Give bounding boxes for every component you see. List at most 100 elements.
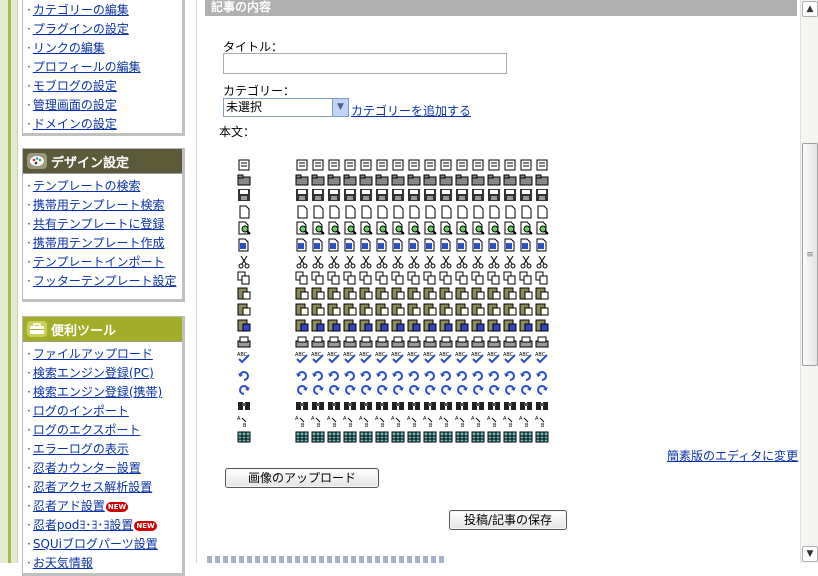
replace-icon[interactable]: AB [439,414,453,429]
paste-word-icon[interactable] [295,318,309,332]
replace-icon[interactable]: AB [295,414,309,429]
undo-icon[interactable] [471,368,485,382]
sidebar-link[interactable]: プラグインの設定 [33,22,129,36]
spellcheck-icon[interactable]: ABC [295,350,309,364]
sidebar-link[interactable]: 忍者アド設置 [33,499,105,513]
table-icon[interactable] [311,430,325,444]
save-icon[interactable] [503,188,517,202]
print-preview-icon[interactable] [519,238,533,252]
scroll-up-button[interactable]: ▲ [802,1,818,17]
replace-icon[interactable]: AB [375,414,389,429]
cut-icon[interactable] [439,255,453,269]
paste-word-icon[interactable] [519,318,533,332]
spellcheck-icon[interactable]: ABC [439,350,453,364]
cut-icon[interactable] [423,255,437,269]
paste-icon[interactable] [311,286,325,300]
preview-icon[interactable] [423,221,437,235]
paste-icon[interactable] [375,286,389,300]
paste-text-icon[interactable] [455,302,469,316]
find-icon[interactable] [455,398,469,412]
sidebar-link[interactable]: 携帯用テンプレート検索 [33,198,165,212]
print-preview-icon[interactable] [343,238,357,252]
new-folder-icon[interactable] [391,173,405,187]
undo-icon[interactable] [343,368,357,382]
paste-text-icon[interactable] [311,302,325,316]
redo-icon[interactable] [311,382,325,396]
paste-word-icon[interactable] [311,318,325,332]
preview-icon[interactable] [535,221,549,235]
cut-icon[interactable] [503,255,517,269]
redo-icon[interactable] [327,382,341,396]
table-icon[interactable] [359,430,373,444]
print-preview-icon[interactable] [439,238,453,252]
table-icon[interactable] [519,430,533,444]
table-icon[interactable] [391,430,405,444]
paste-icon[interactable] [343,286,357,300]
undo-icon[interactable] [327,368,341,382]
paste-word-icon[interactable] [455,318,469,332]
print-icon[interactable] [375,335,389,349]
template-icon[interactable] [391,158,405,172]
print-icon[interactable] [407,335,421,349]
sidebar-link[interactable]: 管理画面の設定 [33,98,117,112]
paste-icon[interactable] [237,286,251,300]
new-folder-icon[interactable] [423,173,437,187]
print-preview-icon[interactable] [311,238,325,252]
spellcheck-icon[interactable]: ABC [311,350,325,364]
new-folder-icon[interactable] [407,173,421,187]
new-document-icon[interactable] [439,205,453,219]
undo-icon[interactable] [311,368,325,382]
preview-icon[interactable] [327,221,341,235]
add-category-link[interactable]: カテゴリーを追加する [351,102,471,119]
print-icon[interactable] [455,335,469,349]
redo-icon[interactable] [535,382,549,396]
copy-icon[interactable] [391,271,405,285]
spellcheck-icon[interactable]: ABC [343,350,357,364]
spellcheck-icon[interactable]: ABC [519,350,533,364]
print-preview-icon[interactable] [535,238,549,252]
sidebar-link[interactable]: 共有テンプレートに登録 [33,217,165,231]
print-icon[interactable] [343,335,357,349]
preview-icon[interactable] [455,221,469,235]
template-icon[interactable] [407,158,421,172]
save-icon[interactable] [519,188,533,202]
table-icon[interactable] [375,430,389,444]
undo-icon[interactable] [295,368,309,382]
sidebar-link[interactable]: 忍者podﾖ･ﾖ･ﾖ設置 [33,518,134,532]
paste-word-icon[interactable] [375,318,389,332]
paste-text-icon[interactable] [423,302,437,316]
new-folder-icon[interactable] [327,173,341,187]
table-icon[interactable] [487,430,501,444]
print-icon[interactable] [471,335,485,349]
paste-icon[interactable] [359,286,373,300]
table-icon[interactable] [407,430,421,444]
cut-icon[interactable] [375,255,389,269]
find-icon[interactable] [359,398,373,412]
cut-icon[interactable] [471,255,485,269]
new-folder-icon[interactable] [343,173,357,187]
copy-icon[interactable] [237,271,251,285]
spellcheck-icon[interactable]: ABC [535,350,549,364]
template-icon[interactable] [455,158,469,172]
table-icon[interactable] [471,430,485,444]
cut-icon[interactable] [407,255,421,269]
print-preview-icon[interactable] [423,238,437,252]
replace-icon[interactable]: AB [519,414,533,429]
category-select[interactable]: 未選択 ▼ [223,98,349,117]
table-icon[interactable] [439,430,453,444]
undo-icon[interactable] [359,368,373,382]
paste-word-icon[interactable] [391,318,405,332]
paste-text-icon[interactable] [439,302,453,316]
sidebar-link[interactable]: 携帯用テンプレート作成 [33,236,165,250]
save-post-button[interactable]: 投稿/記事の保存 [449,510,567,530]
new-folder-icon[interactable] [503,173,517,187]
print-preview-icon[interactable] [327,238,341,252]
paste-icon[interactable] [487,286,501,300]
new-document-icon[interactable] [327,205,341,219]
new-document-icon[interactable] [311,205,325,219]
preview-icon[interactable] [487,221,501,235]
print-icon[interactable] [423,335,437,349]
print-icon[interactable] [327,335,341,349]
cut-icon[interactable] [295,255,309,269]
undo-icon[interactable] [439,368,453,382]
